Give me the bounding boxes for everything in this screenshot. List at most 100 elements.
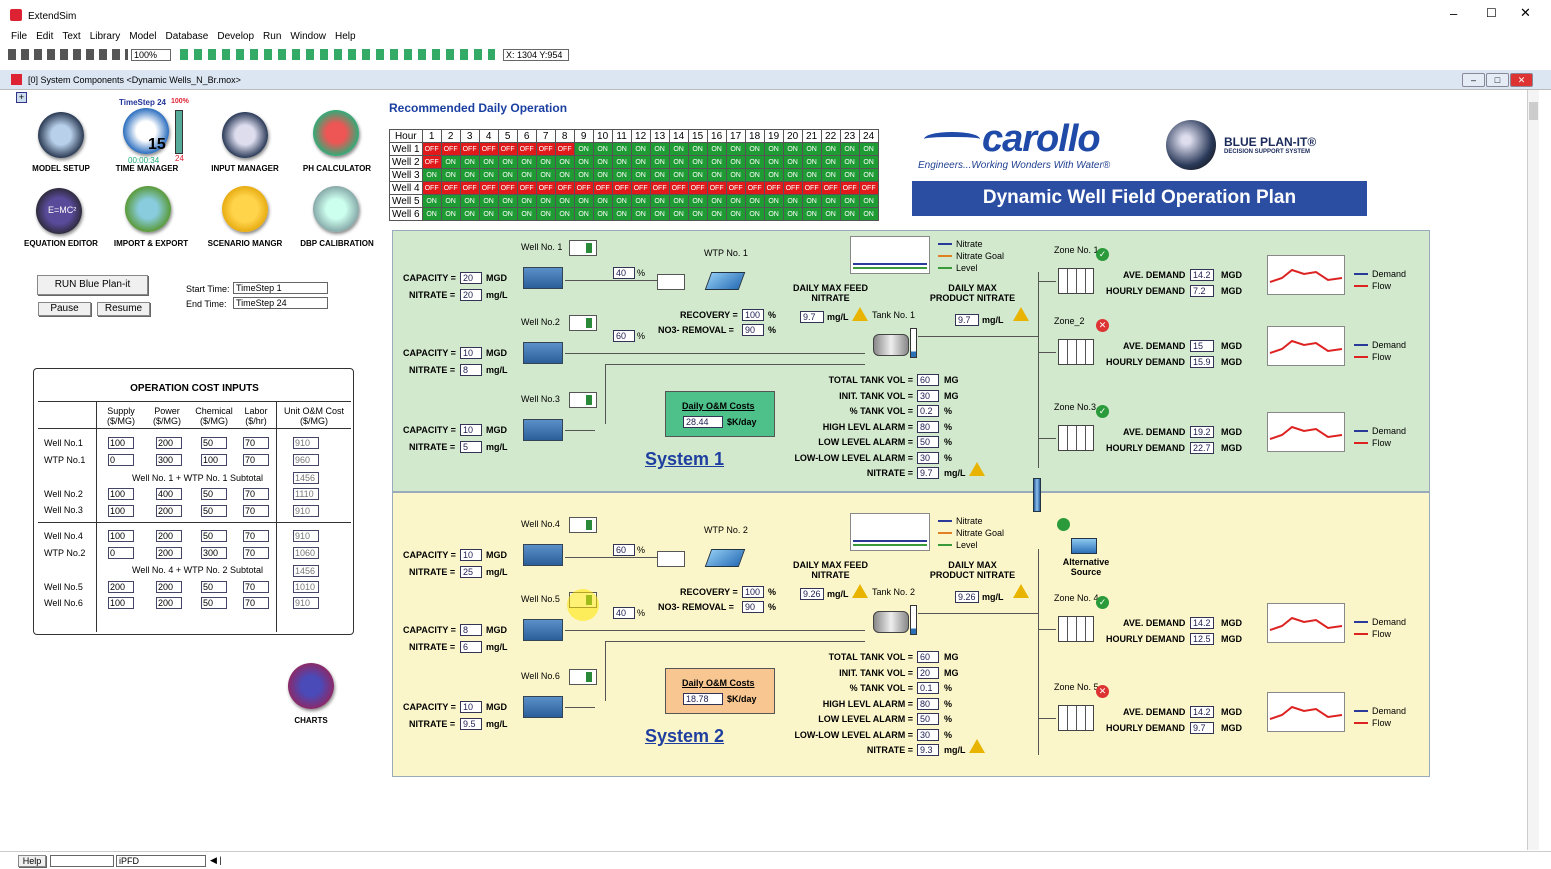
- cost-input[interactable]: 70: [243, 581, 269, 593]
- tank-pct-input[interactable]: 0.1: [917, 682, 939, 694]
- cost-input[interactable]: 200: [156, 597, 182, 609]
- cost-input[interactable]: 50: [201, 437, 227, 449]
- cost-input[interactable]: 0: [108, 454, 134, 466]
- end-time-select[interactable]: TimeStep 24: [233, 297, 328, 309]
- cost-input[interactable]: 200: [108, 581, 134, 593]
- cost-input[interactable]: 70: [243, 437, 269, 449]
- run-blue-planit-button[interactable]: RUN Blue Plan-it: [37, 275, 148, 295]
- scenario-manager-icon[interactable]: [222, 186, 268, 232]
- cost-input[interactable]: 50: [201, 488, 227, 500]
- tank-hi-input[interactable]: 80: [917, 420, 939, 433]
- flow-switch[interactable]: [657, 551, 685, 567]
- nitrate-input[interactable]: 20: [460, 289, 482, 301]
- capacity-input[interactable]: 10: [460, 549, 482, 561]
- nitrate-input[interactable]: 25: [460, 566, 482, 578]
- cost-input[interactable]: 50: [201, 505, 227, 517]
- recovery-input[interactable]: 100: [742, 586, 764, 598]
- cost-input[interactable]: 50: [201, 581, 227, 593]
- well-switch[interactable]: [569, 669, 597, 685]
- cost-input[interactable]: 0: [108, 547, 134, 559]
- menu-help[interactable]: Help: [335, 31, 356, 42]
- tank-ttv-input[interactable]: 60: [917, 374, 939, 386]
- cost-input[interactable]: 200: [156, 547, 182, 559]
- tank-lo-input[interactable]: 50: [917, 713, 939, 725]
- charts-icon[interactable]: [288, 663, 334, 709]
- no3-input[interactable]: 90: [742, 601, 764, 613]
- cost-input[interactable]: 100: [108, 530, 134, 542]
- tank-hi-input[interactable]: 80: [917, 697, 939, 710]
- help-button[interactable]: Help: [18, 855, 46, 867]
- capacity-input[interactable]: 20: [460, 272, 482, 284]
- cost-input[interactable]: 200: [156, 530, 182, 542]
- doc-minimize-button[interactable]: –: [1462, 73, 1485, 87]
- menu-edit[interactable]: Edit: [36, 31, 53, 42]
- capacity-input[interactable]: 10: [460, 347, 482, 359]
- tank-lolo-input[interactable]: 30: [917, 728, 939, 741]
- cost-input[interactable]: 70: [243, 505, 269, 517]
- cost-input[interactable]: 100: [201, 454, 227, 466]
- cost-input[interactable]: 100: [108, 437, 134, 449]
- input-manager-icon[interactable]: [222, 112, 268, 158]
- cost-input[interactable]: 100: [108, 597, 134, 609]
- toolbar-icons[interactable]: [8, 49, 128, 60]
- menu-develop[interactable]: Develop: [217, 31, 254, 42]
- capacity-input[interactable]: 10: [460, 424, 482, 436]
- menu-model[interactable]: Model: [129, 31, 156, 42]
- capacity-input[interactable]: 8: [460, 624, 482, 636]
- nitrate-input[interactable]: 9.5: [460, 718, 482, 730]
- help-field[interactable]: [50, 855, 114, 867]
- vertical-scrollbar[interactable]: [1527, 90, 1539, 850]
- split-pct[interactable]: 40: [613, 607, 635, 619]
- tank-pct-input[interactable]: 0.2: [917, 405, 939, 417]
- toolbar-icons-2[interactable]: [180, 49, 495, 60]
- menu-library[interactable]: Library: [90, 31, 121, 42]
- start-time-select[interactable]: TimeStep 1: [233, 282, 328, 294]
- zoom-select[interactable]: 100%: [131, 49, 171, 61]
- expand-icon[interactable]: +: [16, 92, 27, 103]
- doc-close-button[interactable]: ✕: [1510, 73, 1533, 87]
- menu-window[interactable]: Window: [290, 31, 326, 42]
- split-pct[interactable]: 40: [613, 267, 635, 279]
- nitrate-input[interactable]: 6: [460, 641, 482, 653]
- minimize-button[interactable]: –: [1450, 6, 1457, 21]
- ph-calculator-icon[interactable]: [313, 110, 359, 156]
- import-export-icon[interactable]: [125, 186, 171, 232]
- tank-init-input[interactable]: 20: [917, 666, 939, 679]
- well-switch[interactable]: [569, 240, 597, 256]
- menu-file[interactable]: File: [11, 31, 27, 42]
- cost-input[interactable]: 100: [108, 505, 134, 517]
- close-button[interactable]: ✕: [1520, 5, 1531, 21]
- dbp-calibration-icon[interactable]: [313, 186, 359, 232]
- model-setup-icon[interactable]: [38, 112, 84, 158]
- cost-input[interactable]: 200: [156, 581, 182, 593]
- cost-input[interactable]: 200: [156, 437, 182, 449]
- well-switch[interactable]: [569, 517, 597, 533]
- tank-ttv-input[interactable]: 60: [917, 651, 939, 663]
- recovery-input[interactable]: 100: [742, 309, 764, 321]
- cost-input[interactable]: 70: [243, 454, 269, 466]
- no3-input[interactable]: 90: [742, 324, 764, 336]
- well-switch[interactable]: [569, 392, 597, 408]
- cost-input[interactable]: 50: [201, 530, 227, 542]
- capacity-input[interactable]: 10: [460, 701, 482, 713]
- well-switch[interactable]: [569, 315, 597, 331]
- cost-input[interactable]: 70: [243, 488, 269, 500]
- cost-input[interactable]: 200: [156, 505, 182, 517]
- split-pct[interactable]: 60: [613, 330, 635, 342]
- cost-input[interactable]: 100: [108, 488, 134, 500]
- pause-button[interactable]: Pause: [38, 302, 91, 316]
- menu-text[interactable]: Text: [62, 31, 80, 42]
- nitrate-input[interactable]: 5: [460, 441, 482, 453]
- maximize-button[interactable]: ☐: [1486, 6, 1497, 20]
- resume-button[interactable]: Resume: [97, 302, 150, 316]
- doc-restore-button[interactable]: □: [1486, 73, 1509, 87]
- menu-database[interactable]: Database: [166, 31, 209, 42]
- scroll-thumb[interactable]: [1529, 102, 1538, 120]
- cost-input[interactable]: 400: [156, 488, 182, 500]
- cost-input[interactable]: 70: [243, 530, 269, 542]
- scroll-left-icon[interactable]: ◀ |: [210, 855, 222, 866]
- menu-run[interactable]: Run: [263, 31, 281, 42]
- cost-input[interactable]: 70: [243, 547, 269, 559]
- cost-input[interactable]: 70: [243, 597, 269, 609]
- tank-init-input[interactable]: 30: [917, 389, 939, 402]
